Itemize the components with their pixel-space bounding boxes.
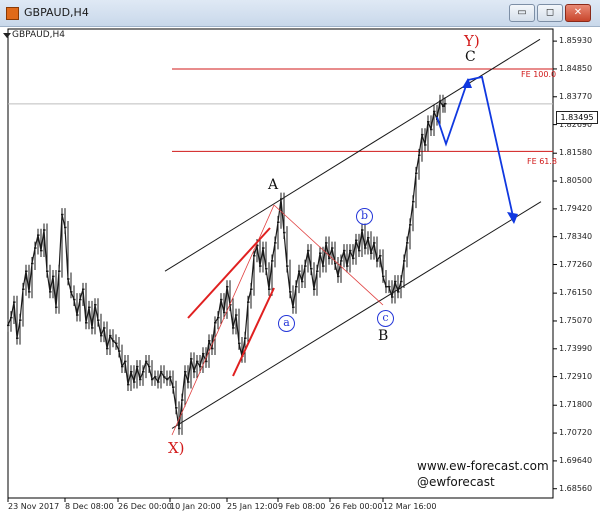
chart-area[interactable]: GBPAUD,H4 1.85930 1.84850 1.83770 1.82690 1.… (0, 26, 600, 522)
close-button[interactable]: ✕ (565, 4, 591, 22)
price-tick-label: 1.81580 (559, 148, 593, 158)
price-chart[interactable] (0, 26, 600, 522)
price-tick-label: 1.70720 (559, 428, 593, 438)
wave-b-label: B (378, 328, 389, 344)
fe-618-label: FE 61.8 (527, 157, 558, 166)
subwave-a-circle: a (278, 315, 295, 332)
time-tick-label: 10 Jan 20:00 (170, 502, 221, 511)
wave-y-label: Y) (464, 32, 480, 50)
price-tick-label: 1.76150 (559, 288, 593, 298)
price-tick-label: 1.79420 (559, 203, 593, 213)
price-tick-label: 1.73990 (559, 343, 593, 353)
wave-a-label: A (268, 177, 279, 193)
price-tick-label: 1.80500 (559, 176, 593, 186)
time-tick-label: 26 Feb 00:00 (330, 502, 383, 511)
chart-window-icon (6, 7, 19, 20)
price-tick-label: 1.83770 (559, 91, 593, 101)
time-tick-label: 8 Dec 08:00 (65, 502, 114, 511)
price-tick-label: 1.69640 (559, 455, 593, 465)
subwave-b-circle: b (356, 208, 373, 225)
price-tick-label: 1.85930 (559, 36, 593, 46)
time-tick-label: 23 Nov 2017 (8, 502, 60, 511)
price-tick-label: 1.68560 (559, 483, 593, 493)
dropdown-triangle-icon[interactable] (3, 33, 11, 38)
time-tick-label: 26 Dec 00:00 (118, 502, 172, 511)
minimize-button[interactable]: ▭ (509, 4, 535, 22)
time-tick-label: 25 Jan 12:00 (227, 502, 278, 511)
price-tick-label: 1.78340 (559, 231, 593, 241)
window-title: GBPAUD,H4 (24, 6, 89, 19)
price-series-line (7, 99, 446, 429)
fe-100-label: FE 100.0 (521, 70, 557, 79)
chart-symbol-label: GBPAUD,H4 (12, 30, 66, 40)
restore-button[interactable]: ◻ (537, 4, 563, 22)
projected-wave-path (436, 75, 515, 222)
wave-c-label: C (465, 49, 476, 65)
current-price-marker: 1.83495 (556, 111, 598, 124)
subwave-c-circle: c (377, 310, 394, 327)
time-tick-label: 9 Feb 08:00 (278, 502, 326, 511)
price-tick-label: 1.75070 (559, 315, 593, 325)
price-tick-label: 1.72910 (559, 371, 593, 381)
price-tick-label: 1.71800 (559, 400, 593, 410)
price-tick-label: 1.84850 (559, 63, 593, 73)
time-tick-label: 12 Mar 16:00 (383, 502, 437, 511)
arrowhead-down-icon (507, 212, 518, 224)
social-handle-watermark: @ewforecast (417, 475, 495, 489)
plot-frame (7, 28, 554, 499)
window-titlebar[interactable]: GBPAUD,H4 ▭ ◻ ✕ (0, 0, 600, 27)
website-watermark: www.ew-forecast.com (417, 459, 549, 473)
price-tick-label: 1.77260 (559, 259, 593, 269)
wave-x-label: X) (168, 439, 185, 457)
